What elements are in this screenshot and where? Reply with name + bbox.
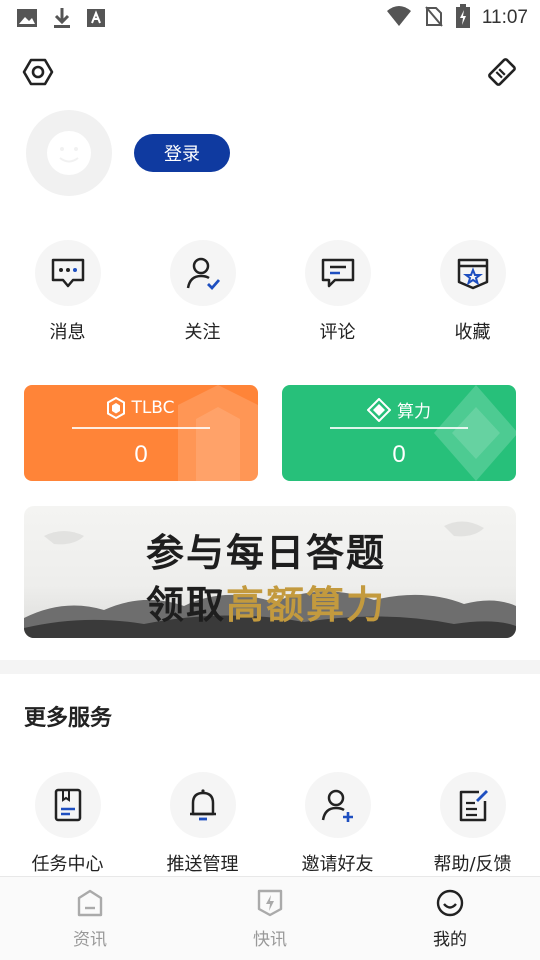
tlbc-title-text: TLBC	[131, 398, 175, 418]
tab-label: 我的	[433, 930, 467, 950]
quick-action-label: 收藏	[454, 322, 491, 343]
service-label: 任务中心	[31, 854, 104, 875]
help-feedback-circle	[439, 772, 506, 838]
download-notification-icon	[52, 6, 72, 34]
bottom-navigation: 资讯 快讯 我的	[0, 876, 540, 960]
feedback-icon	[459, 790, 488, 822]
compute-title: 算力	[282, 397, 516, 422]
comment-icon	[321, 258, 354, 288]
service-invite-friends[interactable]: 邀请好友	[270, 772, 405, 876]
task-center-icon	[54, 788, 81, 822]
tab-label: 资讯	[73, 930, 107, 950]
avatar[interactable]	[26, 110, 112, 196]
quick-action-comments[interactable]: 评论	[270, 240, 405, 344]
avatar-placeholder-icon	[47, 131, 91, 175]
wifi-icon	[386, 5, 412, 31]
profile-page: 11:07 登录 消息 关注 评论 收藏 TLBC 0 算力 0 参与每日答题 …	[0, 0, 540, 960]
quick-action-label: 评论	[319, 322, 356, 343]
battery-charging-icon	[455, 4, 470, 32]
tab-news[interactable]: 资讯	[0, 877, 180, 960]
invite-friends-circle	[304, 772, 371, 838]
message-icon	[51, 258, 84, 288]
banner-line-2-highlight: 高额算力	[226, 582, 387, 627]
quick-action-messages[interactable]: 消息	[0, 240, 135, 344]
service-label: 邀请好友	[301, 854, 374, 875]
follow-icon	[186, 257, 220, 291]
compute-title-text: 算力	[397, 402, 431, 422]
service-push-management[interactable]: 推送管理	[135, 772, 270, 876]
quick-action-favorites[interactable]: 收藏	[405, 240, 540, 344]
daily-quiz-banner[interactable]: 参与每日答题 领取高额算力	[24, 506, 516, 638]
tab-mine[interactable]: 我的	[360, 877, 540, 960]
favorite-icon	[457, 258, 488, 290]
service-task-center[interactable]: 任务中心	[0, 772, 135, 876]
news-icon	[77, 889, 103, 917]
tab-label: 快讯	[253, 930, 287, 950]
flash-icon	[257, 889, 283, 917]
status-bar: 11:07	[0, 0, 540, 36]
task-center-circle	[34, 772, 101, 838]
tlbc-value: 0	[134, 441, 148, 468]
quick-action-label: 关注	[184, 322, 221, 343]
banner-line-1: 参与每日答题	[146, 530, 387, 575]
status-time: 11:07	[481, 7, 528, 28]
login-button[interactable]: 登录	[134, 134, 230, 172]
push-management-circle	[169, 772, 236, 838]
tlbc-card[interactable]: TLBC 0	[24, 385, 258, 481]
profile-icon	[436, 889, 464, 917]
quick-actions: 消息 关注 评论 收藏	[0, 240, 540, 344]
tab-flash[interactable]: 快讯	[180, 877, 360, 960]
app-notification-icon	[86, 8, 106, 32]
service-label: 帮助/反馈	[433, 854, 512, 875]
no-signal-icon	[424, 4, 444, 32]
compute-value: 0	[392, 441, 406, 468]
tlbc-divider	[72, 427, 210, 429]
image-notification-icon	[16, 7, 38, 33]
compute-card[interactable]: 算力 0	[282, 385, 516, 481]
service-help-feedback[interactable]: 帮助/反馈	[405, 772, 540, 876]
settings-gear-icon[interactable]	[22, 56, 54, 88]
messages-circle	[34, 240, 101, 306]
scan-ticket-icon[interactable]	[486, 56, 518, 88]
compute-divider	[330, 427, 468, 429]
quick-action-label: 消息	[49, 322, 86, 343]
more-services-title: 更多服务	[24, 706, 113, 731]
section-separator	[0, 660, 540, 674]
banner-line-2: 领取高额算力	[146, 574, 386, 629]
banner-line-2-prefix: 领取	[146, 582, 227, 627]
quick-action-follow[interactable]: 关注	[135, 240, 270, 344]
favorites-circle	[439, 240, 506, 306]
tlbc-hexagon-icon	[107, 397, 126, 419]
follow-circle	[169, 240, 236, 306]
service-label: 推送管理	[166, 854, 239, 875]
tlbc-title: TLBC	[24, 397, 258, 419]
more-services-grid: 任务中心 推送管理 邀请好友 帮助/反馈	[0, 772, 540, 876]
comments-circle	[304, 240, 371, 306]
compute-diamond-icon	[367, 397, 391, 422]
bell-icon	[189, 789, 216, 821]
invite-friend-icon	[321, 789, 353, 822]
